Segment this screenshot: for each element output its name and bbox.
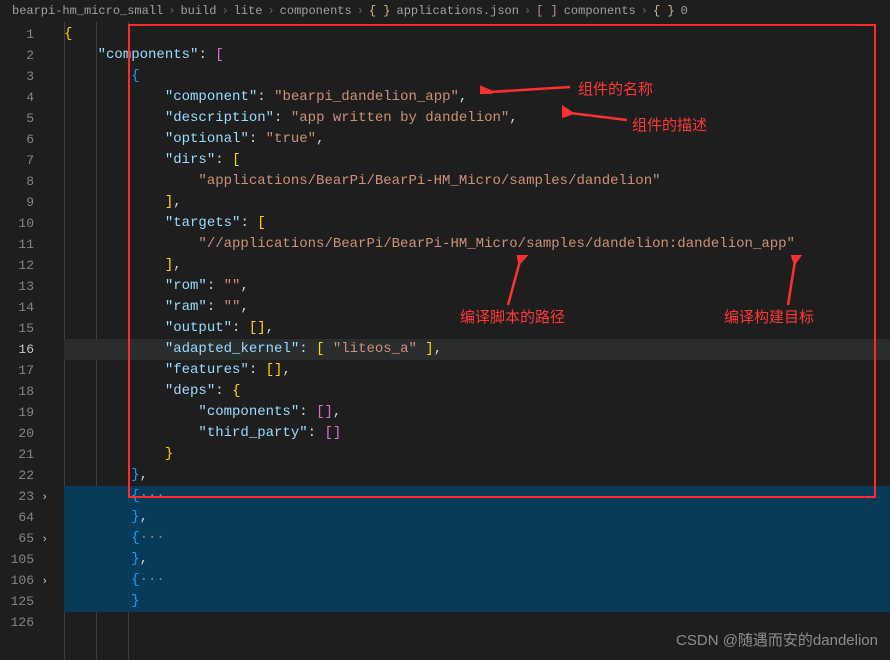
line-number: 15 (0, 318, 34, 339)
code-line: "adapted_kernel": [ "liteos_a" ], (64, 339, 890, 360)
code-line: ], (64, 255, 890, 276)
line-number: 9 (0, 192, 34, 213)
code-line: {··· (64, 486, 890, 507)
crumb-index[interactable]: 0 (681, 4, 688, 18)
chevron-right-icon: › (641, 4, 648, 18)
code-line: "ram": "", (64, 297, 890, 318)
code-line: "targets": [ (64, 213, 890, 234)
line-number: 3 (0, 66, 34, 87)
code-line: }, (64, 507, 890, 528)
line-number: 13 (0, 276, 34, 297)
code-editor[interactable]: 1 2 3 4 5 6 7 8 9 10 11 12 13 14 15 16 1… (0, 22, 890, 660)
code-line: { (64, 24, 890, 45)
crumb-build[interactable]: build (180, 4, 216, 18)
code-line: } (64, 591, 890, 612)
chevron-right-icon: › (357, 4, 364, 18)
watermark: CSDN @随遇而安的dandelion (676, 629, 878, 650)
code-line: ], (64, 192, 890, 213)
line-gutter: 1 2 3 4 5 6 7 8 9 10 11 12 13 14 15 16 1… (0, 22, 50, 660)
line-number: 65› (0, 528, 34, 549)
crumb-file[interactable]: applications.json (397, 4, 519, 18)
line-number: 5 (0, 108, 34, 129)
chevron-right-icon: › (267, 4, 274, 18)
line-number: 22 (0, 465, 34, 486)
code-line: "optional": "true", (64, 129, 890, 150)
line-number: 105 (0, 549, 34, 570)
line-number: 16 (0, 339, 34, 360)
code-line: "components": [], (64, 402, 890, 423)
code-line: "applications/BearPi/BearPi-HM_Micro/sam… (64, 171, 890, 192)
line-number: 18 (0, 381, 34, 402)
line-number: 4 (0, 87, 34, 108)
fold-icon[interactable]: › (41, 530, 48, 551)
line-number: 23› (0, 486, 34, 507)
crumb-components[interactable]: components (280, 4, 352, 18)
line-number: 12 (0, 255, 34, 276)
code-line: "component": "bearpi_dandelion_app", (64, 87, 890, 108)
line-number: 19 (0, 402, 34, 423)
fold-icon[interactable]: › (41, 572, 48, 593)
code-line: "deps": { (64, 381, 890, 402)
code-line: {··· (64, 528, 890, 549)
code-line: }, (64, 549, 890, 570)
line-number: 11 (0, 234, 34, 255)
code-line: "dirs": [ (64, 150, 890, 171)
code-line: } (64, 444, 890, 465)
code-line: "//applications/BearPi/BearPi-HM_Micro/s… (64, 234, 890, 255)
line-number: 14 (0, 297, 34, 318)
line-number: 10 (0, 213, 34, 234)
code-line: "rom": "", (64, 276, 890, 297)
line-number: 7 (0, 150, 34, 171)
line-number: 17 (0, 360, 34, 381)
fold-icon[interactable]: › (41, 488, 48, 509)
line-number: 106› (0, 570, 34, 591)
json-file-icon: { } (369, 4, 391, 18)
chevron-right-icon: › (221, 4, 228, 18)
code-line: "features": [], (64, 360, 890, 381)
code-line: "description": "app written by dandelion… (64, 108, 890, 129)
line-number: 2 (0, 45, 34, 66)
object-icon: { } (653, 4, 675, 18)
code-line: "third_party": [] (64, 423, 890, 444)
breadcrumb: bearpi-hm_micro_small › build › lite › c… (0, 0, 890, 22)
line-number: 6 (0, 129, 34, 150)
line-number: 64 (0, 507, 34, 528)
code-line: "components": [ (64, 45, 890, 66)
chevron-right-icon: › (524, 4, 531, 18)
code-line: }, (64, 465, 890, 486)
line-number: 126 (0, 612, 34, 633)
array-icon: [ ] (536, 4, 558, 18)
code-area[interactable]: { "components": [ { "component": "bearpi… (50, 22, 890, 660)
line-number: 8 (0, 171, 34, 192)
crumb-root[interactable]: bearpi-hm_micro_small (12, 4, 163, 18)
chevron-right-icon: › (168, 4, 175, 18)
code-line: { (64, 66, 890, 87)
code-line: {··· (64, 570, 890, 591)
code-line: "output": [], (64, 318, 890, 339)
line-number: 21 (0, 444, 34, 465)
line-number: 20 (0, 423, 34, 444)
line-number: 1 (0, 24, 34, 45)
crumb-array[interactable]: components (564, 4, 636, 18)
line-number: 125 (0, 591, 34, 612)
crumb-lite[interactable]: lite (234, 4, 263, 18)
